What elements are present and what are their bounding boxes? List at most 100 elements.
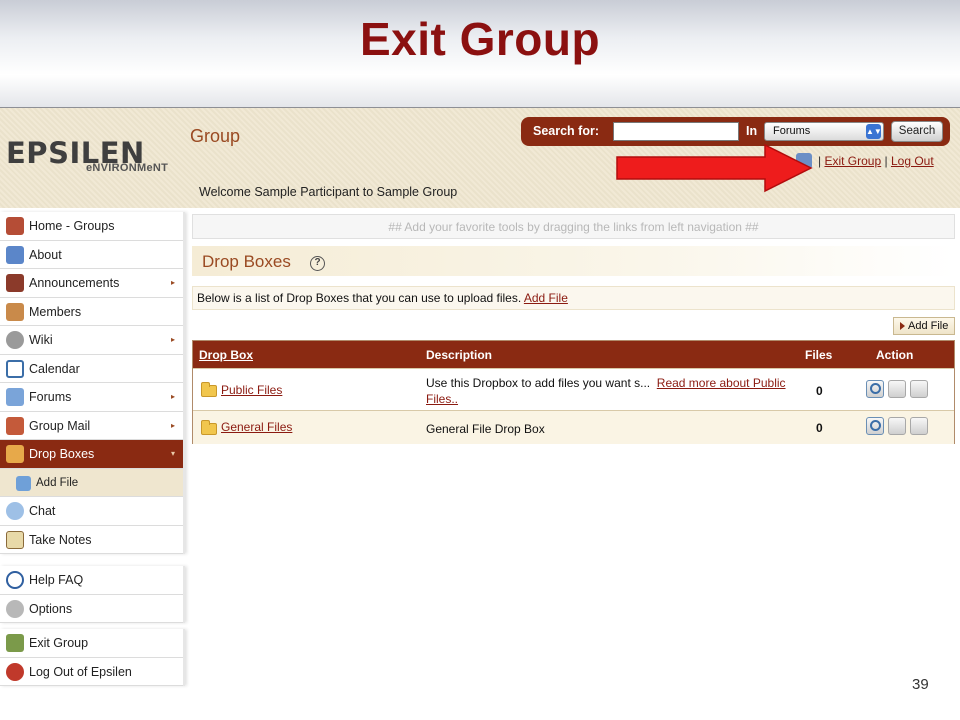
sidebar-item-label: Chat	[29, 504, 56, 518]
sidebar-item-about[interactable]: About	[0, 240, 183, 269]
mail-icon	[6, 416, 24, 435]
sidebar-help-group: Help FAQ Options	[0, 566, 185, 623]
link-separator: |	[884, 154, 888, 168]
sidebar-item-log-out[interactable]: Log Out of Epsilen	[0, 657, 183, 686]
sidebar-item-calendar[interactable]: Calendar	[0, 354, 183, 383]
description-text: Use this Dropbox to add files you want s…	[426, 376, 651, 390]
search-label: Search for:	[533, 124, 599, 138]
column-header-drop-box[interactable]: Drop Box	[199, 348, 253, 362]
search-bar: Search for: In Forums ▲▼ Search	[521, 117, 950, 146]
dropbox-name-link[interactable]: Public Files	[221, 383, 282, 397]
sidebar-item-label: Exit Group	[29, 636, 89, 650]
sidebar-item-label: Home - Groups	[29, 219, 115, 233]
view-magnifier-icon[interactable]	[866, 417, 884, 435]
sidebar-item-label: Wiki	[29, 333, 53, 347]
top-links: | Exit Group | Log Out	[818, 154, 934, 168]
home-icon	[6, 217, 24, 235]
section-title: Drop Boxes	[202, 252, 291, 271]
column-header-files: Files	[805, 348, 833, 362]
chevron-down-icon: ▾	[170, 449, 175, 458]
welcome-message: Welcome Sample Participant to Sample Gro…	[199, 185, 458, 199]
description-text: General File Drop Box	[426, 422, 545, 436]
calendar-icon	[6, 359, 24, 378]
exit-icon	[6, 634, 24, 652]
sidebar-item-help-faq[interactable]: Help FAQ	[0, 566, 183, 595]
dropbox-name-link[interactable]: General Files	[221, 420, 292, 434]
chevron-right-icon: ▸	[170, 278, 175, 287]
delete-trash-icon[interactable]	[910, 417, 928, 435]
search-button[interactable]: Search	[891, 121, 943, 142]
help-icon[interactable]: ?	[310, 256, 325, 271]
forums-icon	[6, 388, 24, 406]
view-magnifier-icon[interactable]	[866, 380, 884, 398]
table-header: Drop Box Description Files Action	[193, 341, 954, 368]
slide-page-number: 39	[912, 676, 929, 693]
logout-icon	[6, 662, 24, 681]
favorite-tools-dropzone[interactable]: ## Add your favorite tools by dragging t…	[192, 214, 955, 239]
edit-pencil-icon[interactable]	[888, 417, 906, 435]
add-file-link[interactable]: Add File	[524, 291, 568, 305]
help-icon	[6, 571, 24, 589]
log-out-link[interactable]: Log Out	[891, 154, 934, 168]
sidebar-item-label: Take Notes	[29, 532, 92, 547]
sidebar-item-home-groups[interactable]: Home - Groups	[0, 212, 183, 241]
add-file-button-label: Add File	[908, 320, 949, 332]
sidebar-item-exit-group[interactable]: Exit Group	[0, 629, 183, 658]
column-header-description: Description	[426, 348, 493, 362]
add-file-button[interactable]: Add File	[893, 317, 955, 335]
dropbox-description: General File Drop Box	[426, 421, 796, 437]
sidebar-item-label: Group Mail	[29, 418, 91, 433]
sidebar-item-label: Options	[29, 601, 73, 616]
chevron-updown-icon: ▲▼	[866, 124, 882, 139]
delete-trash-icon[interactable]	[910, 380, 928, 398]
table-row: General Files General File Drop Box 0	[193, 410, 954, 444]
sidebar-item-label: Announcements	[29, 276, 120, 290]
link-separator: |	[818, 154, 822, 168]
logo-subtitle: eNVIRONMeNT	[86, 162, 169, 174]
slide-title: Exit Group	[359, 13, 601, 65]
chat-icon	[6, 502, 24, 520]
folder-icon	[201, 382, 217, 397]
search-scope-value: Forums	[773, 125, 811, 137]
sidebar-item-group-mail[interactable]: Group Mail ▸	[0, 411, 183, 440]
search-in-label: In	[746, 124, 758, 138]
sidebar-exit-group: Exit Group Log Out of Epsilen	[0, 629, 185, 686]
sidebar-item-chat[interactable]: Chat	[0, 497, 183, 526]
people-icon	[6, 245, 24, 264]
sidebar-item-label: Forums	[29, 390, 72, 404]
sidebar-item-add-file[interactable]: Add File	[0, 468, 183, 497]
folder-icon	[201, 420, 217, 435]
intro-text: Below is a list of Drop Boxes that you c…	[197, 291, 522, 305]
sidebar: Home - Groups About Announcements ▸ Memb…	[0, 208, 187, 720]
sidebar-item-options[interactable]: Options	[0, 594, 183, 623]
page-title: Group	[190, 126, 241, 146]
search-input[interactable]	[613, 122, 739, 141]
members-icon	[6, 302, 24, 321]
sidebar-item-label: About	[29, 247, 62, 262]
sidebar-item-members[interactable]: Members	[0, 297, 183, 326]
announcement-icon	[6, 274, 24, 292]
sidebar-item-label: Calendar	[29, 361, 80, 376]
file-count: 0	[816, 384, 823, 398]
chevron-right-icon: ▸	[170, 392, 175, 401]
edit-pencil-icon[interactable]	[888, 380, 906, 398]
dropbox-table: Drop Box Description Files Action Public…	[192, 340, 955, 444]
chevron-right-icon: ▸	[170, 420, 175, 430]
intro-message: Below is a list of Drop Boxes that you c…	[192, 286, 955, 310]
sidebar-item-forums[interactable]: Forums ▸	[0, 383, 183, 412]
sidebar-item-announcements[interactable]: Announcements ▸	[0, 269, 183, 298]
sidebar-item-label: Log Out of Epsilen	[29, 664, 132, 679]
sidebar-item-label: Drop Boxes	[29, 447, 95, 461]
add-file-icon	[16, 475, 31, 491]
table-row: Public Files Use this Dropbox to add fil…	[193, 368, 954, 410]
options-icon	[6, 599, 24, 618]
dropbox-icon	[6, 445, 24, 463]
sidebar-item-label: Members	[29, 304, 82, 319]
sidebar-main-group: Home - Groups About Announcements ▸ Memb…	[0, 212, 185, 554]
sidebar-item-take-notes[interactable]: Take Notes	[0, 525, 183, 554]
search-scope-select[interactable]: Forums ▲▼	[764, 122, 884, 141]
sidebar-item-wiki[interactable]: Wiki ▸	[0, 326, 183, 355]
sidebar-item-drop-boxes[interactable]: Drop Boxes ▾	[0, 440, 183, 469]
exit-group-link[interactable]: Exit Group	[824, 154, 881, 168]
app-header: EPSILEN eNVIRONMeNT Group Search for: In…	[0, 108, 960, 208]
